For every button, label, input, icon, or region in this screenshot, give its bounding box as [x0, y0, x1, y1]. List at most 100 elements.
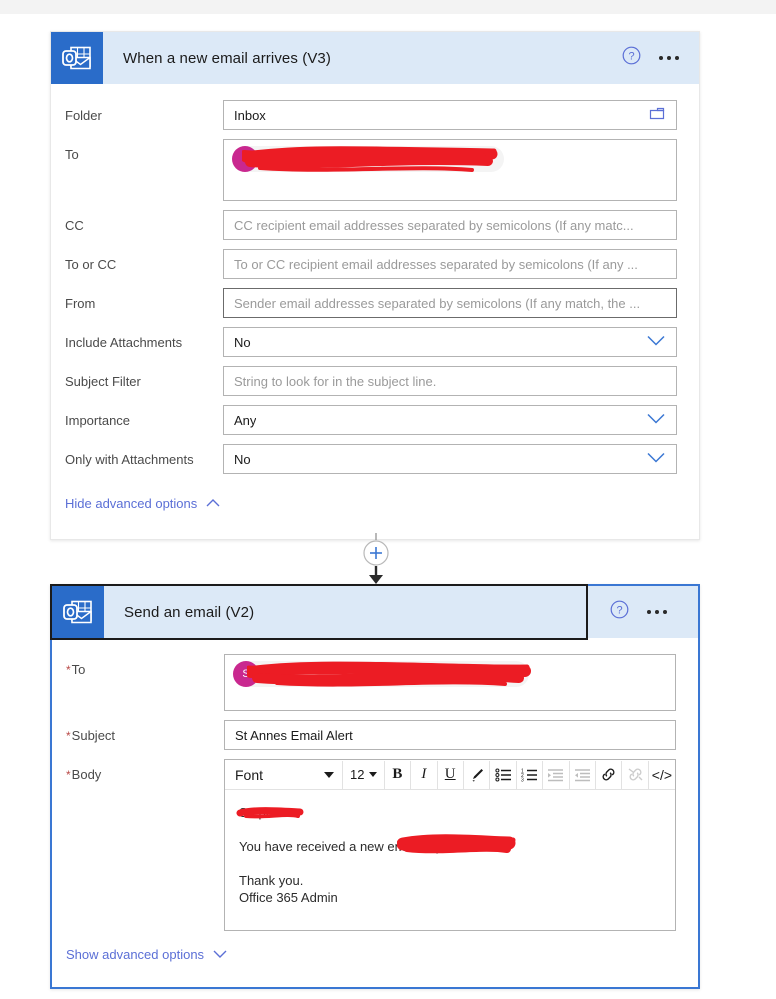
- field-row-from: From Sender email addresses separated by…: [51, 288, 699, 318]
- subject-value: St Annes Email Alert: [235, 727, 353, 743]
- code-view-button[interactable]: </>: [649, 761, 675, 789]
- body-signature-line: Office 365 Admin: [239, 889, 661, 906]
- to-recipients-input[interactable]: ✕: [223, 139, 677, 201]
- subject-filter-placeholder: String to look for in the subject line.: [234, 373, 437, 389]
- flow-connector[interactable]: [356, 533, 396, 585]
- body-thanks-line: Thank you.: [239, 872, 661, 889]
- include-attachments-select[interactable]: No: [223, 327, 677, 357]
- avatar: [232, 146, 258, 172]
- folder-picker[interactable]: Inbox: [223, 100, 677, 130]
- more-options-icon[interactable]: [647, 610, 667, 614]
- from-placeholder: Sender email addresses separated by semi…: [234, 295, 641, 311]
- field-row-subject-filter: Subject Filter String to look for in the…: [51, 366, 699, 396]
- bulleted-list-icon[interactable]: [490, 760, 517, 789]
- field-row-to: To ✕: [51, 139, 699, 201]
- field-label-from: From: [65, 296, 96, 311]
- unlink-icon[interactable]: [622, 760, 649, 789]
- field-label-to: To: [65, 147, 79, 162]
- field-row-importance: Importance Any: [51, 405, 699, 435]
- indent-icon[interactable]: [543, 760, 570, 789]
- importance-select[interactable]: Any: [223, 405, 677, 435]
- field-label-subject: *Subject: [66, 720, 224, 744]
- only-with-attachments-select[interactable]: No: [223, 444, 677, 474]
- cc-input[interactable]: CC recipient email addresses separated b…: [223, 210, 677, 240]
- font-family-value: Font: [235, 766, 264, 783]
- underline-button[interactable]: U: [438, 760, 464, 789]
- field-row-cc: CC CC recipient email addresses separate…: [51, 210, 699, 240]
- body-sentence-line: You have received a new email in you: [239, 834, 661, 855]
- send-to-input[interactable]: S: [224, 654, 676, 711]
- include-attachments-value: No: [234, 334, 251, 350]
- to-or-cc-placeholder: To or CC recipient email addresses separ…: [234, 256, 638, 272]
- help-icon[interactable]: ?: [622, 46, 641, 70]
- to-or-cc-input[interactable]: To or CC recipient email addresses separ…: [223, 249, 677, 279]
- body-greeting: Stephen: [239, 805, 288, 820]
- chevron-up-icon[interactable]: [205, 496, 221, 511]
- numbered-list-icon[interactable]: 1 2 3: [517, 760, 544, 789]
- from-input[interactable]: Sender email addresses separated by semi…: [223, 288, 677, 318]
- chevron-down-icon[interactable]: [646, 413, 666, 428]
- more-options-icon[interactable]: [659, 56, 679, 60]
- svg-text:?: ?: [628, 51, 634, 63]
- show-advanced-options-label: Show advanced options: [66, 947, 205, 962]
- outlook-icon: [52, 586, 104, 638]
- importance-value: Any: [234, 412, 257, 428]
- only-with-attachments-value: No: [234, 451, 251, 467]
- page-top-strip: [0, 0, 776, 14]
- field-row-only-with-attachments: Only with Attachments No: [51, 444, 699, 474]
- folder-value: Inbox: [234, 107, 266, 123]
- field-label-body-text: Body: [71, 767, 102, 782]
- field-row-to-or-cc: To or CC To or CC recipient email addres…: [51, 249, 699, 279]
- rich-text-editor[interactable]: Font 12 B I U 1 2 3 </> Stephen You have…: [224, 759, 676, 931]
- field-label-subject-text: Subject: [71, 728, 116, 743]
- field-label-importance: Importance: [65, 413, 131, 428]
- field-label-cc: CC: [65, 218, 84, 233]
- subject-input[interactable]: St Annes Email Alert: [224, 720, 676, 750]
- action-card-body: *To S *Subject St Annes Email Alert *Bod…: [52, 654, 698, 962]
- chevron-down-icon[interactable]: [368, 772, 377, 777]
- svg-text:?: ?: [616, 605, 622, 617]
- field-label-folder: Folder: [65, 108, 102, 123]
- hide-advanced-options-label: Hide advanced options: [65, 496, 198, 511]
- field-label-include-attachments: Include Attachments: [65, 335, 183, 350]
- field-row-include-attachments: Include Attachments No: [51, 327, 699, 357]
- outlook-icon: [51, 32, 103, 84]
- chevron-down-icon[interactable]: [323, 771, 334, 778]
- chevron-down-icon[interactable]: [646, 452, 666, 467]
- bold-button[interactable]: B: [385, 760, 412, 789]
- highlight-pen-icon[interactable]: [464, 760, 491, 789]
- link-icon[interactable]: [596, 760, 623, 789]
- body-sentence: You have received a new email in you: [239, 839, 457, 854]
- trigger-card-title: When a new email arrives (V3): [123, 49, 331, 67]
- field-label-send-to: *To: [66, 654, 224, 678]
- cc-placeholder: CC recipient email addresses separated b…: [234, 217, 634, 233]
- action-card[interactable]: Send an email (V2) ? *To S *Subject St A…: [50, 584, 700, 989]
- outdent-icon[interactable]: [570, 760, 596, 789]
- chevron-down-icon[interactable]: [646, 335, 666, 350]
- font-size-select[interactable]: 12: [343, 760, 385, 789]
- field-label-send-to-text: To: [71, 662, 86, 677]
- show-advanced-options-link[interactable]: Show advanced options: [52, 947, 698, 962]
- recipient-chip[interactable]: S: [233, 661, 531, 687]
- body-thanks: Thank you.: [239, 873, 304, 888]
- chevron-down-icon[interactable]: [212, 947, 228, 962]
- folder-icon[interactable]: [649, 106, 666, 124]
- trigger-card-header[interactable]: When a new email arrives (V3) ?: [51, 32, 699, 84]
- field-row-folder: Folder Inbox: [51, 100, 699, 130]
- action-card-header[interactable]: Send an email (V2) ?: [50, 584, 698, 640]
- recipient-chip[interactable]: ✕: [232, 146, 504, 172]
- body-editor-content[interactable]: Stephen You have received a new email in…: [225, 790, 675, 930]
- body-signature: Office 365 Admin: [239, 890, 338, 905]
- font-size-value: 12: [350, 767, 365, 782]
- remove-recipient-icon[interactable]: ✕: [270, 151, 288, 167]
- subject-filter-input[interactable]: String to look for in the subject line.: [223, 366, 677, 396]
- trigger-card[interactable]: When a new email arrives (V3) ? Folder I…: [50, 31, 700, 540]
- field-row-subject: *Subject St Annes Email Alert: [52, 720, 698, 750]
- italic-button[interactable]: I: [411, 760, 438, 789]
- required-marker: *: [66, 663, 71, 677]
- required-marker: *: [66, 768, 71, 782]
- field-row-send-to: *To S: [52, 654, 698, 711]
- font-family-select[interactable]: Font: [225, 760, 343, 789]
- hide-advanced-options-link[interactable]: Hide advanced options: [51, 496, 699, 511]
- help-icon[interactable]: ?: [610, 600, 629, 624]
